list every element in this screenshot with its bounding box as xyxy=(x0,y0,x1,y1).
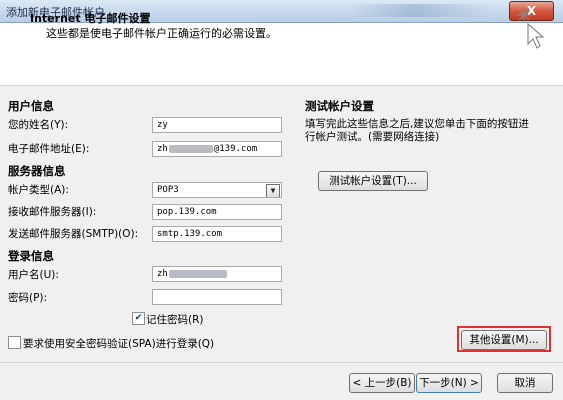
mouse-pointer-sparkle-icon xyxy=(517,8,545,49)
test-settings-heading: 测试帐户设置 xyxy=(305,99,374,113)
remember-password-checkbox[interactable]: ✔ xyxy=(132,312,145,325)
password-label: 密码(P): xyxy=(8,292,48,304)
incoming-server-field[interactable]: pop.139.com xyxy=(152,204,282,220)
name-field[interactable]: zy xyxy=(152,117,282,133)
header-subtitle: 这些都是使电子邮件帐户正确运行的必需设置。 xyxy=(46,27,277,40)
account-type-select[interactable]: POP3 ▼ xyxy=(152,182,282,198)
back-button[interactable]: < 上一步(B) xyxy=(349,373,415,393)
email-label: 电子邮件地址(E): xyxy=(8,143,90,155)
remember-password-label: 记住密码(R) xyxy=(146,314,204,326)
email-field[interactable]: zh @139.com xyxy=(152,141,282,157)
spa-label: 要求使用安全密码验证(SPA)进行登录(Q) xyxy=(23,338,215,350)
username-field[interactable]: zh xyxy=(152,266,282,282)
incoming-server-label: 接收邮件服务器(I): xyxy=(8,206,97,218)
login-info-heading: 登录信息 xyxy=(8,249,54,263)
redacted-text xyxy=(168,144,213,153)
username-label: 用户名(U): xyxy=(8,269,59,281)
spa-checkbox[interactable] xyxy=(8,336,21,349)
next-button[interactable]: 下一步(N) > xyxy=(416,373,482,393)
redacted-text xyxy=(168,269,227,278)
header-title: Internet 电子邮件设置 xyxy=(30,12,151,25)
account-type-label: 帐户类型(A): xyxy=(8,184,69,196)
cancel-button[interactable]: 取消 xyxy=(497,373,553,393)
chevron-down-icon[interactable]: ▼ xyxy=(266,184,280,197)
test-account-settings-button[interactable]: 测试帐户设置(T)... xyxy=(318,171,428,191)
test-settings-description-2: 行帐户测试。(需要网络连接) xyxy=(305,131,440,143)
user-info-heading: 用户信息 xyxy=(8,99,54,113)
name-label: 您的姓名(Y): xyxy=(8,119,69,131)
title-bar-decoration xyxy=(350,4,490,17)
outgoing-server-field[interactable]: smtp.139.com xyxy=(152,226,282,242)
outgoing-server-label: 发送邮件服务器(SMTP)(O): xyxy=(8,228,139,240)
server-info-heading: 服务器信息 xyxy=(8,164,66,178)
highlight-box xyxy=(457,326,551,352)
password-field[interactable] xyxy=(152,289,282,305)
footer-separator xyxy=(0,362,563,363)
